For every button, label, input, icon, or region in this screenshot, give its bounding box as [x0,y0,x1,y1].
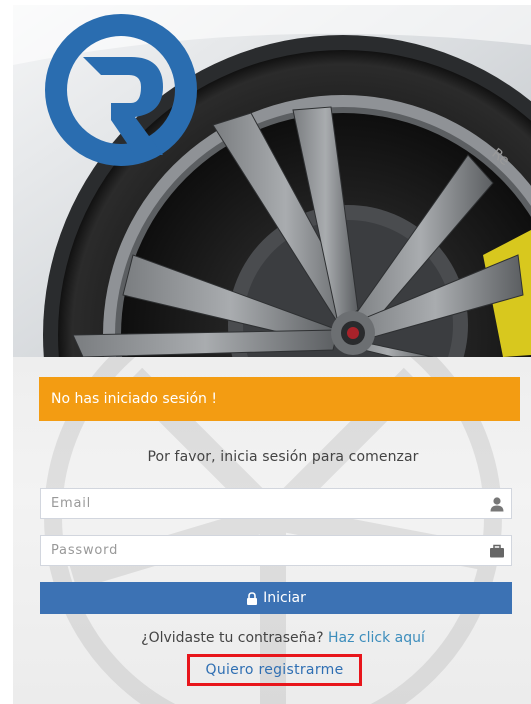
user-icon [490,497,504,512]
alert-text: No has iniciado sesión ! [51,391,217,407]
hero-image: Re [13,5,531,357]
forgot-password-row: ¿Olvidaste tu contraseña? Haz click aquí [13,630,531,646]
submit-label: Iniciar [263,590,306,606]
email-field-wrapper [40,488,512,519]
app-frame: Re No has iniciado sesión ! Por favor, i… [13,5,531,704]
forgot-password-link[interactable]: Haz click aquí [328,630,425,646]
login-panel: No has iniciado sesión ! Por favor, inic… [13,357,531,704]
register-link[interactable]: Quiero registrarme [206,662,344,678]
forgot-text: ¿Olvidaste tu contraseña? [141,630,324,646]
not-logged-in-alert: No has iniciado sesión ! [39,377,520,421]
email-input[interactable] [41,489,471,518]
password-field-wrapper [40,535,512,566]
password-input[interactable] [41,536,471,565]
login-submit-button[interactable]: Iniciar [40,582,512,614]
login-subtitle: Por favor, inicia sesión para comenzar [147,449,419,465]
lock-icon [247,591,258,605]
briefcase-icon [490,544,504,558]
register-highlight-box: Quiero registrarme [187,654,362,686]
